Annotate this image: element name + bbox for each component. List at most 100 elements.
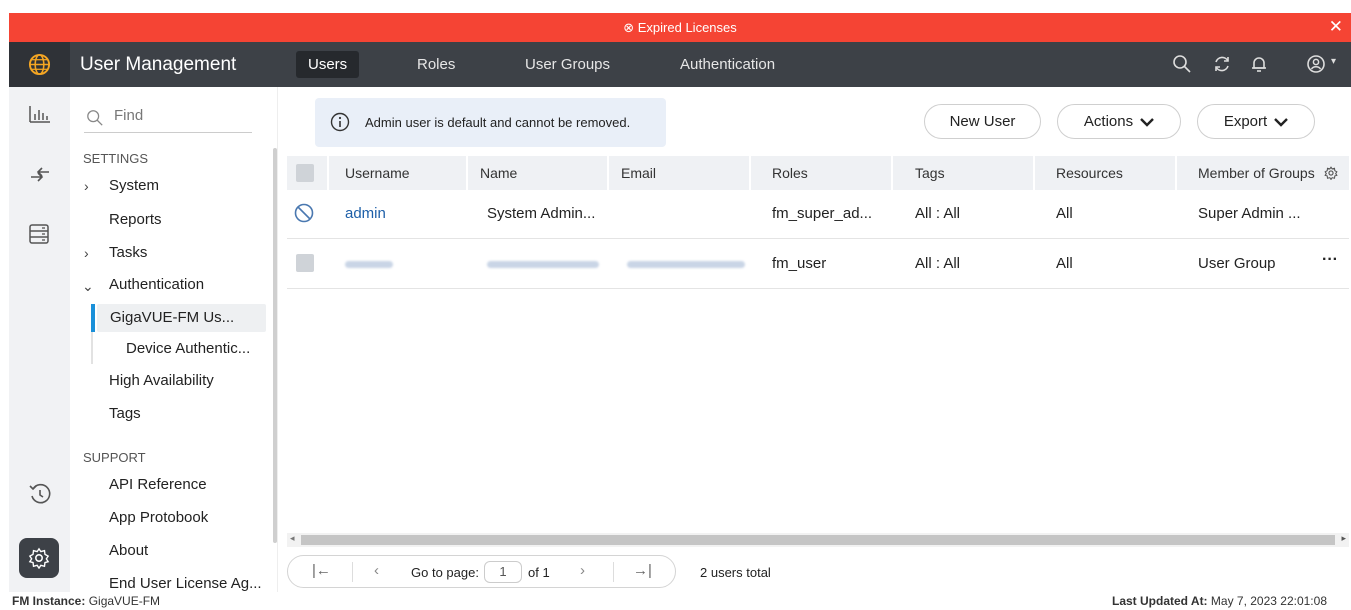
nav-item-authentication[interactable]: Authentication (109, 276, 204, 293)
table-row[interactable]: admin System Admin... fm_super_ad... All… (287, 190, 1349, 239)
info-message-text: Admin user is default and cannot be remo… (365, 115, 631, 130)
actions-dropdown[interactable]: Actions (1057, 104, 1181, 139)
inventory-server-icon[interactable] (28, 223, 50, 245)
app-logo[interactable] (9, 42, 70, 87)
last-page-icon[interactable]: →| (633, 562, 652, 579)
tab-users[interactable]: Users (296, 51, 360, 78)
settings-button[interactable] (19, 538, 59, 578)
tags-cell: All : All (915, 255, 961, 272)
username-link[interactable]: admin (345, 205, 386, 222)
dashboard-chart-icon[interactable] (29, 105, 51, 123)
nav-item-gigavue-fm-users[interactable]: GigaVUE-FM Us... (97, 304, 266, 332)
tab-authentication[interactable]: Authentication (668, 51, 787, 78)
nav-scrollbar[interactable] (273, 148, 277, 543)
redacted-username (345, 261, 393, 268)
roles-cell: fm_user (772, 255, 827, 272)
next-page-icon[interactable]: › (580, 562, 585, 579)
column-header-email[interactable]: Email (609, 156, 749, 190)
app-header: User Management Users Roles User Groups … (9, 42, 1351, 87)
column-header-resources[interactable]: Resources (1035, 156, 1175, 190)
column-header-username[interactable]: Username (329, 156, 466, 190)
app-title: User Management (80, 54, 237, 75)
tab-roles[interactable]: Roles (405, 51, 467, 78)
column-header-name[interactable]: Name (468, 156, 607, 190)
pagination: |← ‹ Go to page: 1 of 1 › →| (287, 555, 676, 588)
globe-icon (28, 53, 51, 76)
history-icon[interactable] (28, 482, 52, 506)
nav-item-about[interactable]: About (109, 542, 148, 559)
scroll-left-icon[interactable]: ◂ (290, 533, 295, 544)
tags-cell: All : All (915, 205, 961, 222)
nav-item-reports[interactable]: Reports (109, 211, 162, 228)
expired-licenses-banner: ⊗ Expired Licenses ✕ (9, 13, 1351, 42)
icon-rail (9, 87, 70, 592)
nav-item-tasks[interactable]: Tasks (109, 244, 147, 261)
row-checkbox[interactable] (296, 254, 314, 272)
banner-text: Expired Licenses (637, 20, 737, 35)
name-cell: System Admin... (487, 205, 596, 222)
export-dropdown[interactable]: Export (1197, 104, 1315, 139)
page-count: of 1 (528, 565, 550, 580)
settings-heading: SETTINGS (83, 151, 149, 166)
chevron-down-icon[interactable]: ⌄ (82, 278, 94, 295)
search-icon (87, 110, 103, 126)
nav-item-api-reference[interactable]: API Reference (109, 476, 207, 493)
gear-icon (28, 547, 50, 569)
info-icon (330, 112, 350, 132)
groups-cell: User Group (1198, 255, 1276, 272)
new-user-button[interactable]: New User (924, 104, 1041, 139)
support-heading: SUPPORT (83, 450, 146, 465)
users-total: 2 users total (700, 565, 771, 580)
scrollbar-thumb[interactable] (301, 535, 1335, 545)
resources-cell: All (1056, 205, 1073, 222)
tab-user-groups[interactable]: User Groups (513, 51, 622, 78)
refresh-icon[interactable] (1212, 54, 1232, 74)
chevron-right-icon[interactable]: › (84, 178, 89, 194)
redacted-name (487, 261, 599, 268)
user-account-icon[interactable] (1306, 54, 1326, 74)
select-all-cell (287, 156, 327, 190)
column-header-tags[interactable]: Tags (893, 156, 1033, 190)
table-row[interactable]: fm_user All : All All User Group ··· (287, 240, 1349, 289)
search-icon[interactable] (1172, 54, 1192, 74)
last-updated: Last Updated At: May 7, 2023 22:01:08 (1112, 594, 1327, 608)
chevron-down-icon (1274, 117, 1289, 127)
column-header-member-of-groups[interactable]: Member of Groups (1177, 156, 1349, 190)
nav-item-high-availability[interactable]: High Availability (109, 372, 214, 389)
page-number-input[interactable]: 1 (484, 561, 522, 583)
tree-line (91, 332, 93, 364)
select-all-checkbox[interactable] (296, 164, 314, 182)
chevron-right-icon[interactable]: › (84, 245, 89, 261)
scroll-right-icon[interactable]: ▸ (1341, 533, 1346, 544)
info-message: Admin user is default and cannot be remo… (315, 98, 666, 147)
active-indicator (91, 304, 95, 332)
nav-item-device-authentication[interactable]: Device Authentic... (126, 340, 250, 357)
gear-icon[interactable] (1324, 166, 1338, 180)
table-horizontal-scrollbar[interactable]: ◂ ▸ (287, 533, 1349, 547)
find-placeholder: Find (114, 107, 144, 124)
first-page-icon[interactable]: |← (312, 562, 331, 579)
nav-item-app-protobook[interactable]: App Protobook (109, 509, 208, 526)
more-options-icon[interactable]: ··· (1322, 251, 1338, 269)
groups-cell: Super Admin ... (1198, 205, 1301, 222)
find-input[interactable]: Find (84, 107, 252, 133)
previous-page-icon[interactable]: ‹ (374, 562, 379, 579)
redacted-email (627, 261, 745, 268)
column-header-roles[interactable]: Roles (751, 156, 891, 190)
bell-icon[interactable] (1249, 54, 1269, 74)
chevron-down-icon (1140, 117, 1154, 127)
users-table-header: Username Name Email Roles Tags Resources… (287, 156, 1349, 190)
go-to-page-label: Go to page: (411, 565, 479, 580)
nav-item-system[interactable]: System (109, 177, 159, 194)
settings-nav: Find SETTINGS › System Reports › Tasks ⌄… (70, 87, 278, 592)
traffic-arrows-icon[interactable] (29, 165, 51, 185)
error-circle-icon: ⊗ (623, 20, 635, 35)
no-delete-icon (294, 203, 314, 223)
account-dropdown-caret-icon[interactable]: ▾ (1331, 56, 1336, 67)
fm-instance: FM Instance: GigaVUE-FM (12, 594, 161, 608)
close-icon[interactable]: ✕ (1329, 17, 1343, 37)
resources-cell: All (1056, 255, 1073, 272)
roles-cell: fm_super_ad... (772, 205, 873, 222)
nav-item-tags[interactable]: Tags (109, 405, 141, 422)
nav-item-eula[interactable]: End User License Ag... (109, 575, 262, 592)
